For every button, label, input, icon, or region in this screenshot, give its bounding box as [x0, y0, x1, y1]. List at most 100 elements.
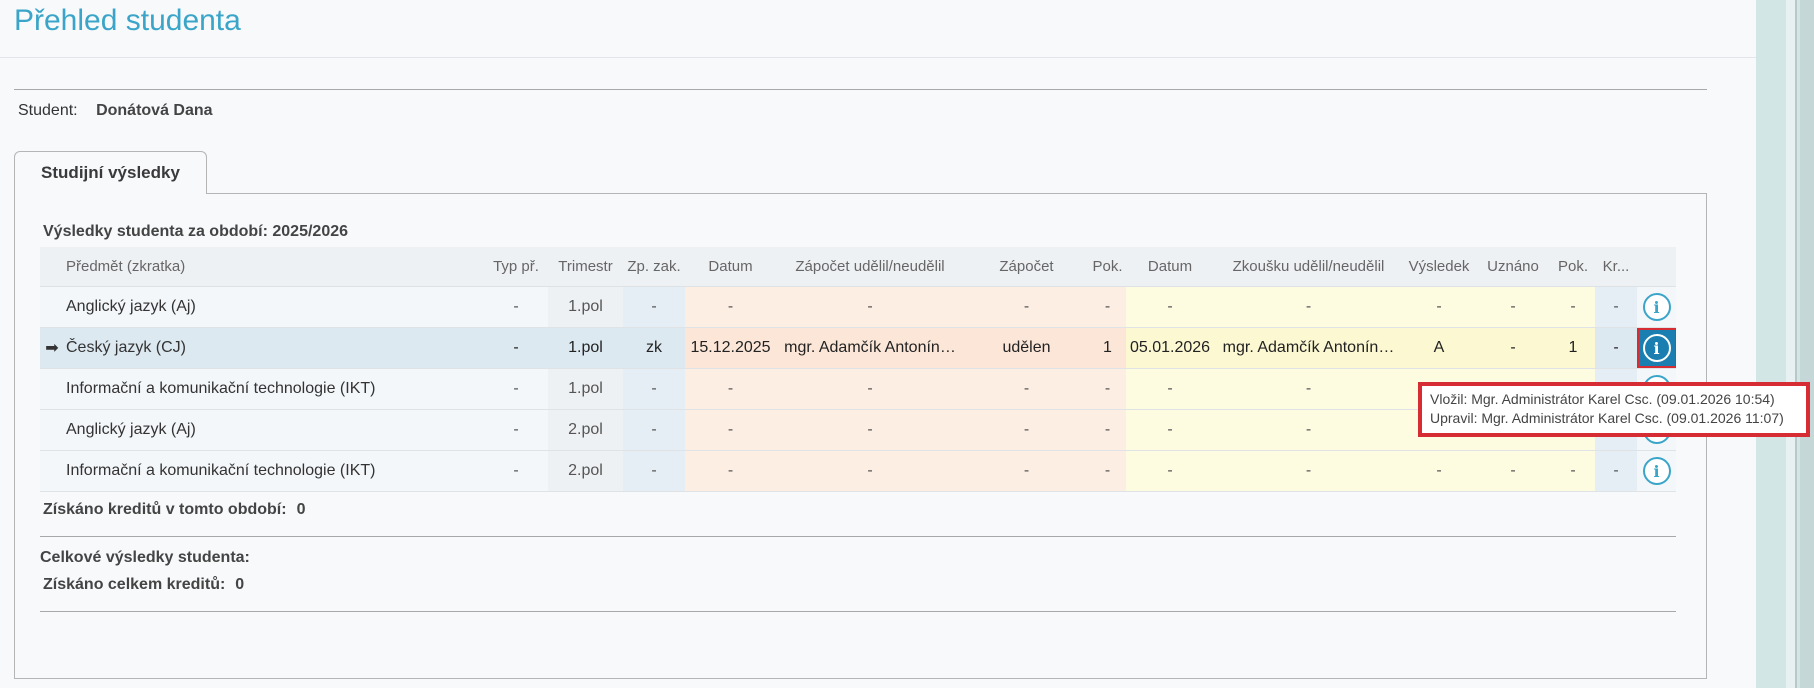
table-header: Předmět (zkratka) Typ př. Trimestr Zp. zak.…: [40, 247, 1676, 287]
divider: [0, 57, 1756, 58]
cell-datum-zkouska: -: [1126, 451, 1214, 491]
cell-zkousku-udelil: mgr. Adamčík Antonín…: [1214, 328, 1403, 368]
info-icon[interactable]: i: [1642, 293, 1671, 321]
results-table: Předmět (zkratka) Typ př. Trimestr Zp. zak.…: [40, 247, 1676, 492]
table-row[interactable]: ➡ Český jazyk (CJ) -1.pol zk 15.12.2025 mgr. …: [40, 328, 1676, 369]
cell-zapocet-udelil: -: [776, 410, 964, 450]
cell-vysledek: -: [1403, 451, 1475, 491]
info-icon[interactable]: i: [1642, 457, 1671, 485]
row-marker: [40, 410, 64, 450]
right-sidebar: [1756, 0, 1814, 688]
cell-pokus-zapocet: 1: [1089, 328, 1126, 368]
cell-zp-zak: -: [623, 287, 685, 327]
cell-datum-zkouska: -: [1126, 287, 1214, 327]
cell-datum-zapocet: -: [685, 287, 776, 327]
column-header-datum-zapocet: Datum: [708, 258, 753, 275]
column-header-kredity: Kr...: [1602, 258, 1630, 275]
tooltip-modified-line: Upravil: Mgr. Administrátor Karel Csc. (…: [1430, 410, 1784, 426]
column-header-datum-zkouska: Datum: [1147, 258, 1193, 275]
tab-studijni-vysledky[interactable]: Studijní výsledky: [14, 151, 207, 194]
table-row[interactable]: Informační a komunikační technologie (IK…: [40, 451, 1676, 492]
arrow-right-icon: ➡: [45, 340, 59, 357]
cell-zapocet-udelil: -: [776, 287, 964, 327]
cell-zapocet: -: [964, 369, 1089, 409]
student-label: Student:: [18, 102, 78, 119]
column-header-zkousku-udelil: Zkoušku udělil/neudělil: [1232, 258, 1385, 275]
cell-typ-pr: -: [484, 287, 548, 327]
cell-trimestr: 2.pol: [548, 451, 623, 491]
cell-pokus-zapocet: -: [1089, 369, 1126, 409]
cell-datum-zapocet: -: [685, 410, 776, 450]
cell-zp-zak: -: [623, 451, 685, 491]
row-marker: [40, 451, 64, 491]
info-tooltip: Vložil: Mgr. Administrátor Karel Csc. (0…: [1418, 382, 1810, 437]
column-header-zapocet: Zápočet: [999, 258, 1054, 275]
cell-pokus-zapocet: -: [1089, 451, 1126, 491]
total-credits-label: Získáno celkem kreditů:: [43, 576, 226, 593]
cell-zapocet-udelil: -: [776, 369, 964, 409]
period-title: Výsledky studenta za období: 2025/2026: [43, 223, 349, 240]
student-name: Donátová Dana: [96, 102, 213, 119]
period-credits-label: Získáno kreditů v tomto období:: [43, 501, 287, 518]
period-credits-value: 0: [296, 501, 306, 518]
cell-zapocet: -: [964, 287, 1089, 327]
info-icon[interactable]: i: [1642, 334, 1671, 362]
column-header-empty: [40, 247, 64, 286]
row-info-cell: i: [1637, 287, 1676, 327]
column-header-zapocet-udelil: Zápočet udělil/neudělil: [795, 258, 945, 275]
cell-datum-zapocet: -: [685, 369, 776, 409]
cell-zapocet: -: [964, 451, 1089, 491]
cell-vysledek: -: [1403, 287, 1475, 327]
row-marker: [40, 369, 64, 409]
divider: [40, 611, 1676, 612]
cell-datum-zkouska: -: [1126, 369, 1214, 409]
info-button-highlighted[interactable]: i: [1637, 328, 1676, 368]
cell-zp-zak: zk: [623, 328, 685, 368]
column-header-trimestr: Trimestr: [558, 258, 613, 275]
column-header-uznano: Uznáno: [1487, 258, 1539, 275]
divider: [40, 536, 1676, 537]
row-marker: ➡: [40, 328, 64, 368]
cell-kredity: -: [1595, 451, 1637, 491]
cell-typ-pr: -: [484, 369, 548, 409]
column-header-subject: Předmět (zkratka): [66, 258, 186, 275]
cell-uznano: -: [1475, 287, 1551, 327]
total-credits-value: 0: [235, 576, 245, 593]
cell-zp-zak: -: [623, 410, 685, 450]
cell-subject[interactable]: Informační a komunikační technologie (IK…: [64, 369, 484, 409]
cell-pokus-zkouska: 1: [1551, 328, 1595, 368]
cell-datum-zkouska: 05.01.2026: [1126, 328, 1214, 368]
cell-datum-zapocet: 15.12.2025: [685, 328, 776, 368]
page: Přehled studenta Student: Donátová Dana …: [0, 0, 1756, 688]
column-header-vysledek: Výsledek: [1408, 258, 1470, 275]
cell-subject[interactable]: Informační a komunikační technologie (IK…: [64, 451, 484, 491]
cell-zkousku-udelil: -: [1214, 410, 1403, 450]
cell-pokus-zapocet: -: [1089, 287, 1126, 327]
cell-zp-zak: -: [623, 369, 685, 409]
table-row[interactable]: Anglický jazyk (Aj) -1.pol - - - - - - - - - - - i: [40, 287, 1676, 328]
cell-subject[interactable]: Anglický jazyk (Aj): [64, 287, 484, 327]
cell-datum-zapocet: -: [685, 451, 776, 491]
page-title: Přehled studenta: [14, 4, 241, 37]
row-marker: [40, 287, 64, 327]
cell-zapocet: -: [964, 410, 1089, 450]
cell-subject[interactable]: Český jazyk (CJ): [64, 328, 484, 368]
totals-title: Celkové výsledky studenta:: [40, 549, 250, 566]
cell-typ-pr: -: [484, 451, 548, 491]
column-header-pokus-zapocet: Pok.: [1092, 258, 1123, 275]
student-info: Student: Donátová Dana: [18, 102, 213, 120]
cell-vysledek: A: [1403, 328, 1475, 368]
tooltip-created-line: Vložil: Mgr. Administrátor Karel Csc. (0…: [1430, 391, 1775, 407]
cell-uznano: -: [1475, 328, 1551, 368]
cell-datum-zkouska: -: [1126, 410, 1214, 450]
cell-zapocet: udělen: [964, 328, 1089, 368]
cell-subject[interactable]: Anglický jazyk (Aj): [64, 410, 484, 450]
cell-zkousku-udelil: -: [1214, 451, 1403, 491]
cell-pokus-zapocet: -: [1089, 410, 1126, 450]
column-header-zp-zak: Zp. zak.: [627, 258, 681, 275]
cell-zapocet-udelil: -: [776, 451, 964, 491]
cell-trimestr: 2.pol: [548, 410, 623, 450]
row-info-cell: i: [1637, 451, 1676, 491]
cell-pokus-zkouska: -: [1551, 287, 1595, 327]
scrollbar[interactable]: [1800, 0, 1814, 688]
